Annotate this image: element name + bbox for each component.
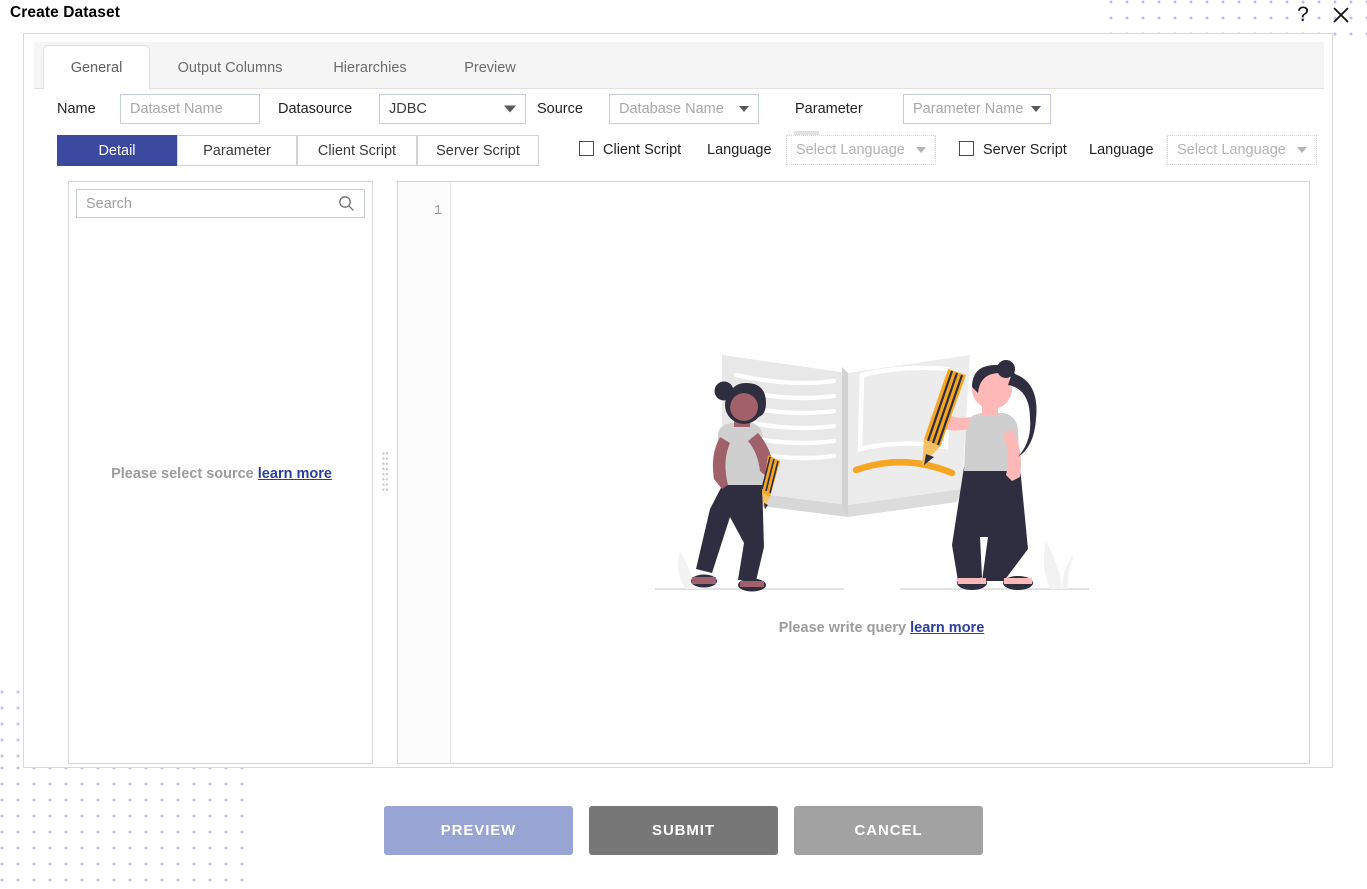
datasource-select[interactable]: JDBC <box>379 94 526 124</box>
source-label: Source <box>537 101 583 117</box>
segment-client-script[interactable]: Client Script <box>297 135 417 166</box>
client-script-language-label: Language <box>707 142 772 158</box>
dialog-inner-frame: General Output Columns Hierarchies Previ… <box>34 42 1324 764</box>
client-script-checkbox[interactable] <box>579 141 594 156</box>
tab-preview-label: Preview <box>464 59 516 76</box>
create-dataset-dialog: General Output Columns Hierarchies Previ… <box>23 33 1333 768</box>
segment-client-script-label: Client Script <box>317 142 397 159</box>
dialog-footer: PREVIEW SUBMIT CANCEL <box>0 803 1367 858</box>
chevron-down-icon <box>1297 147 1307 153</box>
query-empty-text: Please write query <box>778 620 907 636</box>
preview-button[interactable]: PREVIEW <box>384 806 573 855</box>
source-empty-text: Please select source <box>111 466 254 482</box>
segment-parameter-label: Parameter <box>203 142 271 159</box>
search-placeholder: Search <box>86 195 132 212</box>
parameter-placeholder: Parameter Name <box>913 101 1024 117</box>
page-title: Create Dataset <box>10 4 120 21</box>
segment-detail[interactable]: Detail <box>57 135 177 166</box>
segment-server-script[interactable]: Server Script <box>417 135 539 166</box>
search-icon <box>338 195 355 212</box>
main-tab-strip: General Output Columns Hierarchies Previ… <box>34 42 1324 90</box>
client-script-language-value: Select Language <box>796 142 905 158</box>
datasource-value: JDBC <box>389 101 427 117</box>
source-select[interactable]: Database Name <box>609 94 759 124</box>
tab-general[interactable]: General <box>43 45 150 90</box>
script-options-row: Detail Parameter Client Script Server Sc… <box>34 130 1324 172</box>
chevron-down-icon <box>739 106 749 112</box>
dataset-config-row: Name Dataset Name Datasource JDBC Source… <box>34 89 1324 130</box>
segment-server-script-label: Server Script <box>436 142 520 159</box>
tab-hierarchies-label: Hierarchies <box>333 59 407 76</box>
tab-preview[interactable]: Preview <box>440 46 540 89</box>
tab-hierarchies[interactable]: Hierarchies <box>310 46 430 89</box>
chevron-down-icon <box>916 147 926 153</box>
server-script-language-value: Select Language <box>1177 142 1286 158</box>
segment-parameter[interactable]: Parameter <box>177 135 297 166</box>
parameter-label: Parameter <box>795 101 863 117</box>
parameter-select[interactable]: Parameter Name <box>903 94 1051 124</box>
close-icon[interactable] <box>1325 0 1357 30</box>
help-icon[interactable]: ? <box>1287 0 1319 30</box>
source-empty-message: Please select source learn more <box>69 466 374 482</box>
client-script-checkbox-label: Client Script <box>603 142 682 158</box>
query-editor-panel: 1 Please write query learn more <box>397 181 1310 764</box>
name-label: Name <box>57 101 96 117</box>
writing-illustration <box>652 337 1092 612</box>
panel-splitter-handle[interactable] <box>377 181 393 764</box>
editor-line-gutter: 1 <box>398 182 451 763</box>
splitter-grip-icon <box>381 451 389 494</box>
dataset-name-input[interactable]: Dataset Name <box>120 94 260 124</box>
tab-output-columns-label: Output Columns <box>177 59 283 76</box>
chevron-down-icon <box>1031 106 1041 112</box>
source-placeholder: Database Name <box>619 101 724 117</box>
dataset-name-placeholder: Dataset Name <box>130 101 223 117</box>
query-learn-more-link[interactable]: learn more <box>910 620 984 636</box>
query-empty-message: Please write query learn more <box>452 620 1309 636</box>
server-script-language-label: Language <box>1089 142 1154 158</box>
source-tree-panel: Search Please select source learn more <box>68 181 373 764</box>
tab-general-label: General <box>70 60 123 76</box>
tab-output-columns[interactable]: Output Columns <box>160 46 300 89</box>
query-editor-textarea[interactable]: Please write query learn more <box>452 182 1309 763</box>
line-number: 1 <box>433 204 442 219</box>
server-script-language-select[interactable]: Select Language <box>1167 135 1317 165</box>
server-script-checkbox[interactable] <box>959 141 974 156</box>
search-input[interactable]: Search <box>76 189 365 218</box>
datasource-label: Datasource <box>278 101 353 117</box>
server-script-checkbox-label: Server Script <box>983 142 1067 158</box>
dot-pattern-left-edge <box>0 690 22 770</box>
client-script-language-select[interactable]: Select Language <box>786 135 936 165</box>
segment-detail-label: Detail <box>98 142 136 159</box>
source-learn-more-link[interactable]: learn more <box>258 466 332 482</box>
submit-button[interactable]: SUBMIT <box>589 806 778 855</box>
cancel-button[interactable]: CANCEL <box>794 806 983 855</box>
chevron-down-icon <box>504 105 516 113</box>
